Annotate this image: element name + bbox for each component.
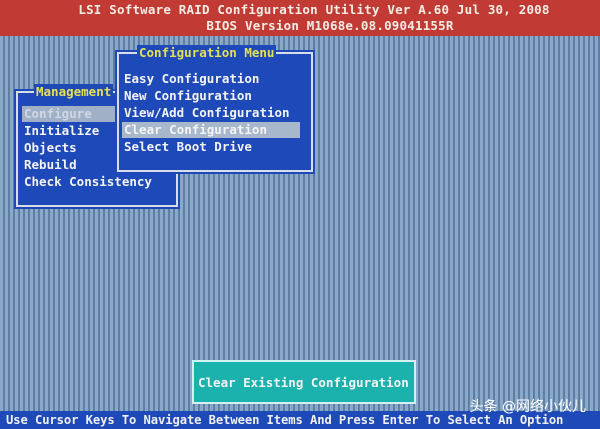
- clear-configuration-dialog[interactable]: Clear Existing Configuration: [192, 360, 416, 404]
- menu-item-initialize[interactable]: Initialize: [22, 123, 99, 139]
- menu-item-configure[interactable]: Configure: [22, 106, 116, 122]
- title-bar: LSI Software RAID Configuration Utility …: [0, 0, 600, 36]
- menu-item-objects[interactable]: Objects: [22, 140, 77, 156]
- configuration-menu: Configuration Menu Easy Configuration Ne…: [117, 45, 313, 172]
- management-menu-title: Management: [34, 84, 114, 100]
- menu-item-clear-configuration[interactable]: Clear Configuration: [122, 122, 300, 138]
- configuration-menu-title: Configuration Menu: [137, 45, 277, 61]
- menu-item-view-add-configuration[interactable]: View/Add Configuration: [122, 105, 290, 121]
- menu-item-select-boot-drive[interactable]: Select Boot Drive: [122, 139, 252, 155]
- menu-item-check-consistency[interactable]: Check Consistency: [22, 174, 152, 190]
- watermark: 头条 @网络小伙儿: [469, 399, 586, 415]
- menu-item-new-configuration[interactable]: New Configuration: [122, 88, 252, 104]
- dialog-label: Clear Existing Configuration: [198, 375, 409, 390]
- menu-item-easy-configuration[interactable]: Easy Configuration: [122, 71, 259, 87]
- menu-item-rebuild[interactable]: Rebuild: [22, 157, 77, 173]
- utility-title: LSI Software RAID Configuration Utility …: [78, 2, 550, 17]
- bios-version: BIOS Version M1068e.08.09041155R: [206, 18, 454, 33]
